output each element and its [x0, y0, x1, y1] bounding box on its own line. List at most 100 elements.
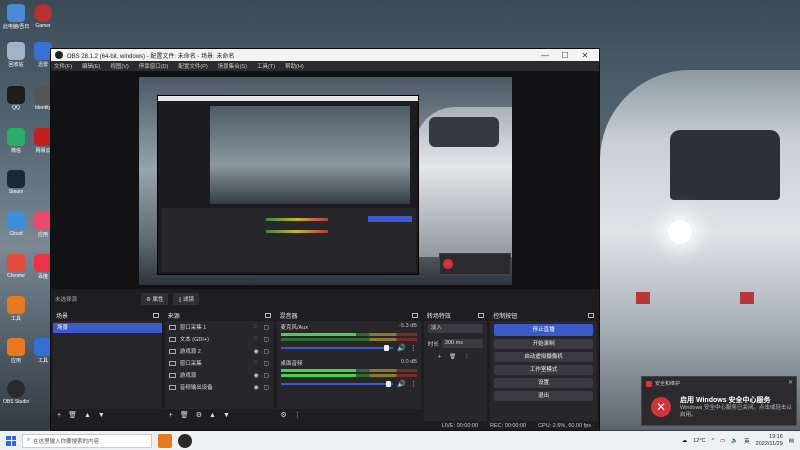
undock-icon[interactable]	[411, 313, 418, 318]
source-item[interactable]: 游戏源 ◉ ▢	[165, 369, 274, 381]
visibility-icon[interactable]: ◌	[254, 336, 260, 342]
visibility-icon[interactable]: ◉	[254, 384, 260, 391]
visibility-icon[interactable]: ◌	[254, 360, 260, 366]
more-icon[interactable]: ⋮	[410, 344, 417, 352]
visibility-icon[interactable]: ◉	[254, 348, 260, 355]
source-label: 音频输出设备	[179, 385, 213, 391]
source-item[interactable]: 文本 (GDI+) ◌ ▢	[165, 333, 274, 345]
properties-button[interactable]: ⚙ 属性	[141, 293, 169, 305]
lock-icon[interactable]: ▢	[264, 336, 270, 343]
arrow-down-icon[interactable]: ▼	[223, 412, 230, 419]
maximize-button[interactable]: ☐	[555, 51, 575, 60]
windows-start-icon[interactable]	[6, 435, 16, 446]
lock-icon[interactable]: ▢	[264, 348, 270, 355]
gear-icon[interactable]: ⚙	[196, 411, 202, 419]
slider-handle[interactable]	[384, 345, 390, 351]
clock[interactable]: 19:16 2022/11/29	[756, 434, 783, 448]
source-item[interactable]: 游戏源 2 ◉ ▢	[165, 345, 274, 357]
desktop-icon[interactable]: 回收站	[3, 42, 29, 68]
nested-obs-capture	[157, 95, 419, 275]
speaker-icon[interactable]: 🔊	[397, 380, 406, 388]
undock-icon[interactable]	[152, 313, 159, 318]
add-icon[interactable]: +	[57, 412, 61, 419]
weather-icon[interactable]: ☁	[682, 438, 688, 444]
desktop-icon[interactable]: Steam	[3, 170, 29, 195]
volume-slider[interactable]	[280, 345, 394, 351]
menu-scene-collection[interactable]: 场景集合(S)	[218, 62, 247, 70]
visibility-icon[interactable]: ◌	[254, 324, 260, 330]
preview-canvas[interactable]	[139, 77, 512, 285]
start-recording-button[interactable]: 开始录制	[494, 339, 593, 349]
slider-handle[interactable]	[386, 381, 392, 387]
more-icon[interactable]: ⋮	[294, 411, 301, 419]
desktop-icon[interactable]: 微信	[3, 128, 29, 154]
more-icon[interactable]: ⋮	[464, 354, 470, 360]
desktop-icon[interactable]: Cloud	[3, 212, 29, 237]
desktop-icon[interactable]: Chrome	[3, 254, 29, 279]
volume-slider[interactable]	[280, 381, 394, 387]
lock-icon[interactable]: ▢	[264, 384, 270, 391]
exit-button[interactable]: 退出	[494, 391, 593, 401]
clock-date: 2022/11/29	[755, 440, 783, 447]
arrow-up-icon[interactable]: ▲	[209, 412, 216, 419]
obs-taskbar-icon[interactable]	[178, 433, 192, 448]
close-button[interactable]: ✕	[575, 51, 595, 60]
menu-file[interactable]: 文件(F)	[54, 62, 72, 70]
desktop-icon[interactable]: 此电脑/吾日三省吾身	[3, 4, 29, 30]
source-item[interactable]: 窗口采集 1 ◌ ▢	[165, 321, 274, 333]
arrow-up-icon[interactable]: ▲	[84, 412, 91, 419]
weather-temp[interactable]: 12°C	[693, 438, 705, 444]
desktop-icon[interactable]: 工具	[3, 296, 29, 322]
menu-tools[interactable]: 工具(T)	[257, 62, 275, 70]
taskbar-search[interactable]: ⌕ 在这里输入你要搜索的内容	[22, 433, 152, 448]
notification-center-icon[interactable]: ▤	[789, 438, 794, 444]
lock-icon[interactable]: ▢	[264, 324, 270, 331]
trash-icon[interactable]: 🗑	[449, 354, 456, 360]
lock-icon[interactable]: ▢	[264, 360, 270, 367]
visibility-icon[interactable]: ◉	[254, 372, 260, 379]
menu-help[interactable]: 帮助(H)	[285, 62, 304, 70]
minimize-button[interactable]: —	[535, 51, 555, 60]
more-icon[interactable]: ⋮	[410, 380, 417, 388]
dock-header: 场景	[53, 310, 162, 321]
scene-item[interactable]: 场景	[53, 323, 162, 333]
undock-icon[interactable]	[587, 313, 594, 318]
network-icon[interactable]: ▭	[720, 438, 725, 444]
menu-edit[interactable]: 编辑(E)	[82, 62, 100, 70]
undock-icon[interactable]	[478, 313, 485, 318]
tray-chevron-icon[interactable]: ^	[712, 438, 715, 444]
duration-input[interactable]: 300 ms	[441, 339, 484, 348]
security-notification[interactable]: 安全和维护 ✕ ✕ 启用 Windows 安全中心服务 Windows 安全中心…	[641, 376, 797, 426]
undock-icon[interactable]	[264, 313, 271, 318]
source-item[interactable]: 窗口采集 ◌ ▢	[165, 357, 274, 369]
menu-profile[interactable]: 配置文件(P)	[178, 62, 207, 70]
desktop-icon[interactable]: Gamer	[30, 4, 56, 29]
trash-icon[interactable]: 🗑	[68, 411, 77, 419]
window-titlebar[interactable]: OBS 28.1.2 (64-bit, windows) - 配置文件: 未命名…	[51, 49, 599, 61]
filters-button[interactable]: ▯ 滤镜	[173, 293, 200, 305]
add-icon[interactable]: +	[438, 354, 441, 360]
preview-area[interactable]	[51, 71, 599, 289]
volume-icon[interactable]: 🔈	[731, 438, 738, 444]
arrow-down-icon[interactable]: ▼	[98, 412, 105, 419]
scenes-dock: 场景 场景 + 🗑 ▲ ▼	[53, 310, 162, 421]
trash-icon[interactable]: 🗑	[180, 411, 189, 419]
taskbar-app-icon[interactable]	[158, 433, 172, 448]
lock-icon[interactable]: ▢	[264, 372, 270, 379]
menu-docks[interactable]: 停靠窗口(D)	[139, 62, 169, 70]
stop-streaming-button[interactable]: 停止直播	[494, 324, 593, 336]
desktop-icon[interactable]: OBS Studio	[3, 380, 29, 405]
close-icon[interactable]: ✕	[788, 379, 793, 386]
add-icon[interactable]: +	[169, 412, 173, 419]
start-virtual-camera-button[interactable]: 启动虚拟摄像机	[494, 352, 593, 362]
desktop-icon[interactable]: QQ	[3, 86, 29, 111]
speaker-icon[interactable]: 🔊	[397, 344, 406, 352]
transition-select[interactable]: 淡入	[427, 324, 484, 333]
source-item[interactable]: 音频输出设备 ◉ ▢	[165, 381, 274, 393]
menu-view[interactable]: 视图(V)	[110, 62, 128, 70]
studio-mode-button[interactable]: 工作室模式	[494, 365, 593, 375]
gear-icon[interactable]: ⚙	[281, 411, 287, 419]
desktop-icon[interactable]: 应用	[3, 338, 29, 364]
settings-button[interactable]: 设置	[494, 378, 593, 388]
ime-indicator[interactable]: 英	[744, 437, 750, 445]
